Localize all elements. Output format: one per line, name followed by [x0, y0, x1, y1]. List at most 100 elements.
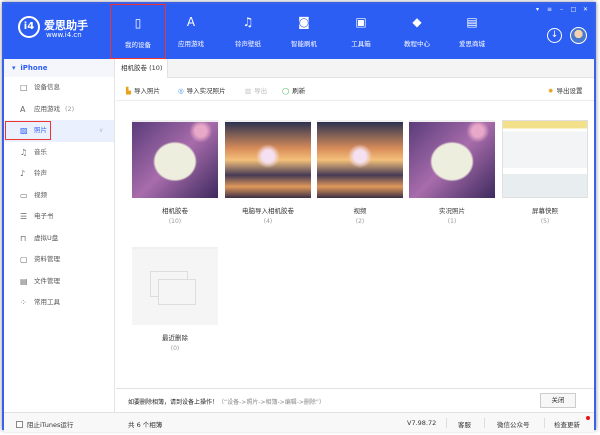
divider: [446, 418, 447, 428]
album-count: (4): [263, 218, 273, 225]
nav-label: 工具箱: [351, 40, 371, 48]
nav-store[interactable]: ▤ 爱思商城: [444, 4, 500, 59]
device-header[interactable]: ▾ iPhone: [4, 59, 114, 77]
album-title: 相机胶卷: [162, 207, 188, 215]
device-info-icon: □: [20, 83, 28, 92]
nav-flash[interactable]: ◙ 智能刷机: [276, 4, 332, 59]
nav-label: 铃声壁纸: [235, 40, 261, 48]
sidebar-item-ebooks[interactable]: ☰ 电子书: [4, 206, 114, 228]
sidebar-item-apps[interactable]: A 应用游戏 (2): [4, 99, 114, 121]
album-thumbnail: [502, 120, 588, 198]
import-photos-button[interactable]: ▙ 导入照片: [126, 85, 160, 95]
checkbox-label: 阻止iTunes运行: [27, 421, 74, 429]
button-label: 刷新: [292, 87, 306, 95]
sidebar-item-label: 资料管理: [34, 255, 60, 263]
apps-icon: A: [20, 104, 26, 114]
chevron-down-icon[interactable]: ∨: [99, 120, 103, 142]
gear-icon: ✹: [548, 87, 554, 95]
album-count: (5): [540, 218, 550, 225]
skin-icon[interactable]: ▾: [533, 6, 542, 14]
sidebar-item-data[interactable]: ▢ 资料管理: [4, 249, 114, 271]
udisk-icon: ⊓: [20, 233, 27, 243]
app-window: i4 爱思助手 www.i4.cn ▯ 我的设备 A 应用游戏 ♫ 铃声壁纸 ◙ 智能刷…: [2, 2, 596, 432]
phone-icon: ▯: [134, 16, 142, 30]
store-icon: ▤: [466, 15, 478, 29]
tab-bar: 相机胶卷 (10): [116, 59, 594, 78]
sidebar-item-label: 设备信息: [34, 83, 60, 91]
refresh-button[interactable]: ◯ 刷新: [282, 85, 305, 95]
minimize-icon[interactable]: –: [557, 6, 566, 14]
music-icon: ♫: [20, 147, 28, 157]
refresh-icon: ◯: [282, 87, 290, 95]
album-pc-import[interactable]: 电脑导入相机胶卷 (4): [225, 120, 311, 225]
album-video[interactable]: 视频 (2): [317, 120, 403, 225]
album-screenshots[interactable]: 屏幕快照 (5): [502, 120, 588, 225]
check-update-link[interactable]: 检查更新: [554, 419, 580, 429]
album-total: 共 6 个相簿: [128, 421, 163, 429]
album-thumbnail: [132, 247, 218, 325]
album-title: 视频: [353, 207, 367, 215]
sidebar-item-label: 虚拟U盘: [34, 233, 59, 242]
divider: [544, 418, 545, 428]
nav-label: 应用游戏: [178, 40, 204, 48]
sidebar-item-tools[interactable]: ⁘ 常用工具: [4, 292, 114, 314]
button-label: 导入照片: [134, 87, 160, 95]
block-itunes-checkbox[interactable]: 阻止iTunes运行: [16, 419, 73, 429]
customer-service-link[interactable]: 客服: [458, 419, 471, 429]
ringtone-icon: ♫: [242, 15, 254, 29]
checkbox[interactable]: [16, 421, 23, 428]
sidebar-item-photos[interactable]: ▨ 照片 ∨: [4, 120, 114, 142]
video-icon: ▭: [20, 190, 28, 200]
sidebar-item-udisk[interactable]: ⊓ 虚拟U盘: [4, 228, 114, 250]
menu-icon[interactable]: ≡: [545, 6, 554, 14]
close-button[interactable]: 关闭: [540, 393, 576, 408]
nav-my-device[interactable]: ▯ 我的设备: [110, 4, 166, 59]
nav-toolbox[interactable]: ▣ 工具箱: [333, 4, 389, 59]
photo-icon: ▨: [20, 126, 28, 135]
nav-label: 智能刷机: [291, 40, 317, 48]
notification-dot: [586, 416, 590, 420]
album-thumbnail: [132, 120, 218, 198]
album-thumbnail: [409, 120, 495, 198]
album-camera-roll[interactable]: 相机胶卷 (10): [132, 120, 218, 225]
wechat-link[interactable]: 微信公众号: [497, 419, 530, 429]
live-photo-icon: ◎: [178, 87, 184, 95]
nav-apps[interactable]: A 应用游戏: [163, 4, 219, 59]
close-icon[interactable]: ✕: [581, 6, 590, 14]
sidebar-item-label: 视频: [34, 190, 47, 199]
nav-ringtones[interactable]: ♫ 铃声壁纸: [220, 4, 276, 59]
sidebar-item-ringtones[interactable]: ♪ 铃声: [4, 163, 114, 185]
button-label: 导出: [254, 87, 268, 95]
apps-icon: A: [186, 15, 196, 29]
file-icon: ▤: [20, 276, 28, 286]
album-count: (2): [355, 218, 365, 225]
device-name: iPhone: [20, 64, 48, 72]
sidebar-item-video[interactable]: ▭ 视频: [4, 185, 114, 207]
placeholder-icon: [158, 279, 196, 305]
import-live-button[interactable]: ◎ 导入实况照片: [178, 85, 226, 95]
album-live-photos[interactable]: 实况照片 (1): [409, 120, 495, 225]
sidebar-item-files[interactable]: ▤ 文件管理: [4, 271, 114, 293]
export-settings-button[interactable]: ✹ 导出设置: [548, 85, 582, 95]
info-text: 如要删除相簿，请到设备上操作！: [128, 399, 219, 406]
album-title: 实况照片: [439, 207, 465, 215]
album-count: (1): [447, 218, 457, 225]
info-path: （“设备->照片->相簿->编辑->删除”）: [218, 399, 326, 406]
tab-camera-roll[interactable]: 相机胶卷 (10): [116, 59, 169, 78]
maximize-icon[interactable]: □: [569, 6, 578, 14]
album-title: 最近删除: [162, 334, 188, 342]
export-button[interactable]: ▥ 导出: [245, 85, 267, 95]
album-recently-deleted[interactable]: 最近删除 (0): [132, 247, 218, 352]
folder-icon: ▢: [20, 255, 28, 264]
sidebar-item-device-info[interactable]: □ 设备信息: [4, 77, 114, 99]
album-count: (10): [168, 218, 182, 225]
nav-tutorials[interactable]: ◆ 教程中心: [389, 4, 445, 59]
nav-label: 教程中心: [404, 40, 430, 48]
button-label: 导出设置: [556, 87, 583, 95]
info-message: 如要删除相簿，请到设备上操作！（“设备->照片->相簿->编辑->删除”）: [128, 397, 325, 406]
avatar[interactable]: [570, 27, 587, 44]
sidebar-item-music[interactable]: ♫ 音乐: [4, 142, 114, 164]
download-icon[interactable]: ↓: [547, 28, 562, 43]
grid-icon: ⁘: [20, 298, 27, 307]
sidebar-item-label: 常用工具: [34, 298, 60, 306]
